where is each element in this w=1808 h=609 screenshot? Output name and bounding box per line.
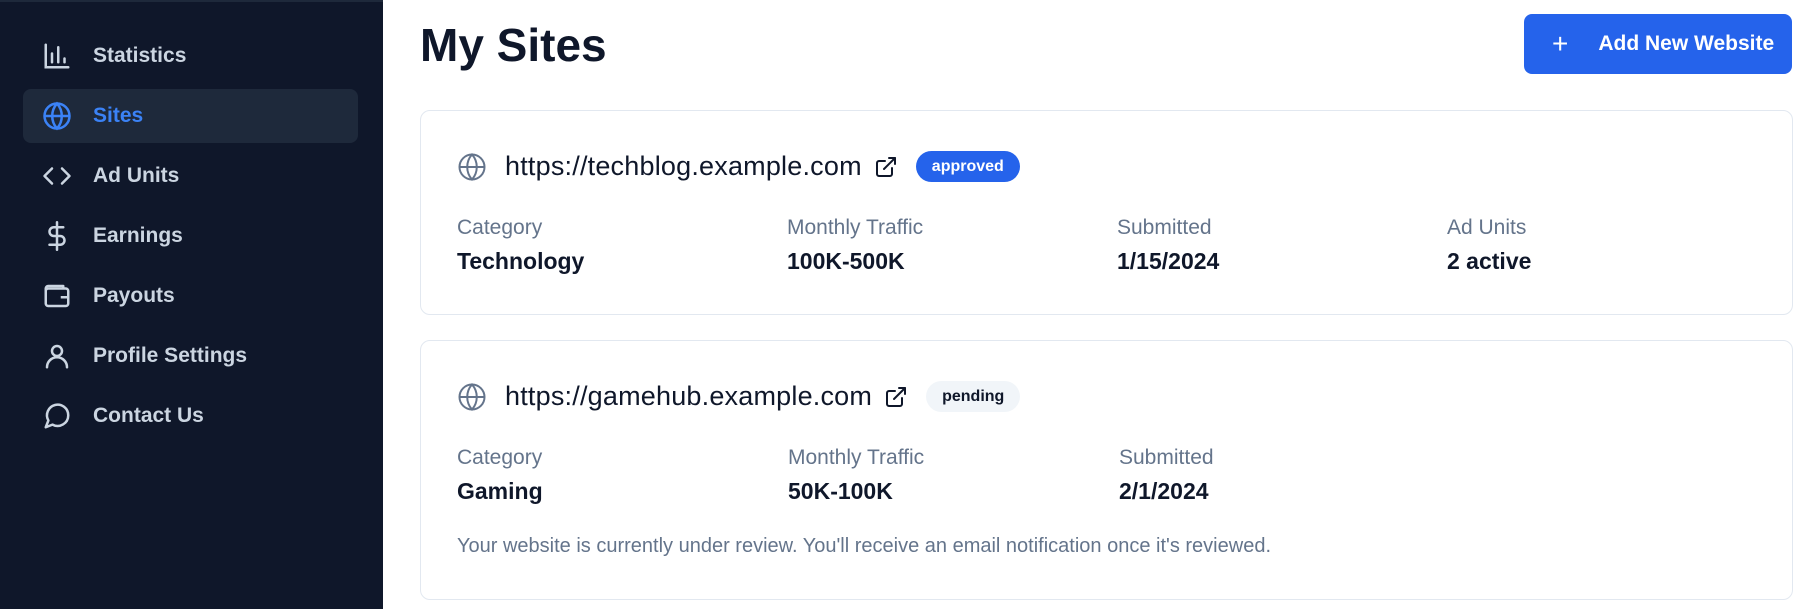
sidebar-item-payouts[interactable]: Payouts — [23, 269, 358, 323]
add-new-website-button[interactable]: + Add New Website — [1524, 14, 1792, 74]
stat-value: 1/15/2024 — [1117, 248, 1220, 274]
sidebar-item-ad-units[interactable]: Ad Units — [23, 149, 358, 203]
site-stats: Category Gaming Monthly Traffic 50K-100K… — [457, 446, 1777, 505]
site-url: https://gamehub.example.com — [505, 381, 873, 411]
sidebar-item-label: Contact Us — [93, 404, 204, 427]
user-icon — [41, 340, 73, 372]
stat-value: 2 active — [1447, 248, 1532, 274]
stat-label: Category — [457, 216, 543, 239]
review-note: Your website is currently under review. … — [457, 535, 1271, 557]
sidebar-item-label: Earnings — [93, 224, 183, 247]
sidebar-item-label: Ad Units — [93, 164, 180, 187]
site-header: https://techblog.example.com approved — [457, 151, 1020, 182]
sidebar-item-statistics[interactable]: Statistics — [23, 29, 358, 83]
main-content: My Sites + Add New Website https://techb… — [383, 0, 1808, 609]
sidebar-item-profile-settings[interactable]: Profile Settings — [23, 329, 358, 383]
sidebar-item-label: Sites — [93, 104, 144, 127]
site-card: https://gamehub.example.com pending Cate… — [420, 340, 1793, 600]
status-badge: approved — [915, 151, 1020, 182]
stat-value: 100K-500K — [787, 248, 905, 274]
stat-label: Submitted — [1119, 446, 1214, 469]
site-stats: Category Technology Monthly Traffic 100K… — [457, 216, 1777, 275]
bar-chart-icon — [41, 40, 73, 72]
sidebar-item-label: Statistics — [93, 44, 187, 67]
add-new-website-label: Add New Website — [1598, 32, 1775, 55]
site-card: https://techblog.example.com approved Ca… — [420, 110, 1793, 315]
stat-label: Ad Units — [1447, 216, 1527, 239]
stat-label: Monthly Traffic — [787, 216, 924, 239]
plus-icon: + — [1552, 28, 1569, 59]
stat-submitted: Submitted 1/15/2024 — [1117, 216, 1447, 275]
sidebar-item-earnings[interactable]: Earnings — [23, 209, 358, 263]
stat-value: 2/1/2024 — [1119, 478, 1209, 504]
sidebar-item-label: Profile Settings — [93, 344, 248, 367]
stat-value: Technology — [457, 248, 585, 274]
stat-ad-units: Ad Units 2 active — [1447, 216, 1777, 275]
stat-category: Category Technology — [457, 216, 787, 275]
site-header: https://gamehub.example.com pending — [457, 381, 1021, 412]
stat-label: Submitted — [1117, 216, 1212, 239]
stat-category: Category Gaming — [457, 446, 788, 505]
stat-monthly-traffic: Monthly Traffic 50K-100K — [788, 446, 1119, 505]
status-badge: pending — [926, 381, 1021, 412]
stat-value: Gaming — [457, 478, 543, 504]
sidebar-item-label: Payouts — [93, 284, 175, 307]
stat-label: Monthly Traffic — [788, 446, 925, 469]
dollar-icon — [41, 220, 73, 252]
external-link-icon[interactable] — [874, 155, 898, 179]
code-icon — [41, 160, 73, 192]
sidebar: Statistics Sites Ad Units Earnings Payou… — [0, 0, 383, 609]
sidebar-item-sites[interactable]: Sites — [23, 89, 358, 143]
stat-monthly-traffic: Monthly Traffic 100K-500K — [787, 216, 1117, 275]
globe-icon — [457, 382, 487, 412]
sidebar-nav: Statistics Sites Ad Units Earnings Payou… — [23, 29, 358, 449]
stat-submitted: Submitted 2/1/2024 — [1119, 446, 1450, 505]
message-circle-icon — [41, 400, 73, 432]
external-link-icon[interactable] — [884, 385, 908, 409]
sidebar-item-contact-us[interactable]: Contact Us — [23, 389, 358, 443]
globe-icon — [457, 152, 487, 182]
wallet-icon — [41, 280, 73, 312]
site-url: https://techblog.example.com — [505, 151, 862, 181]
page-title: My Sites — [420, 19, 607, 71]
globe-icon — [41, 100, 73, 132]
stat-label: Category — [457, 446, 543, 469]
stat-value: 50K-100K — [788, 478, 893, 504]
